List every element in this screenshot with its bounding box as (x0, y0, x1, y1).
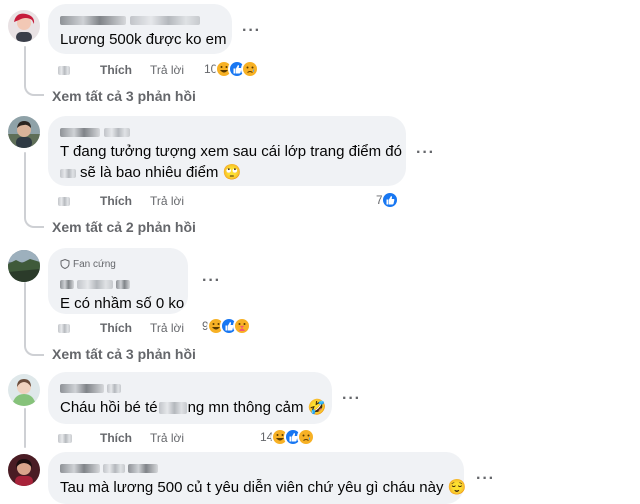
avatar[interactable] (8, 116, 40, 148)
comment-actions: Thích Trả lời (58, 193, 202, 209)
like-link[interactable]: Thích (100, 63, 132, 77)
author-name-redacted[interactable] (60, 276, 176, 290)
reaction-summary[interactable]: 14 (260, 428, 316, 446)
sad-reaction-icon (241, 60, 260, 78)
thread-curve (24, 80, 44, 96)
more-options-icon[interactable]: ··· (242, 23, 261, 39)
more-options-icon[interactable]: ··· (202, 273, 221, 289)
comment-text: Lương 500k được ko em (60, 31, 227, 48)
comment-bubble: Fan cứng E có nhầm số 0 ko (48, 248, 188, 314)
fan-badge-label: Fan cứng (73, 258, 116, 270)
comment-text-line1: T đang tưởng tượng xem sau cái lớp trang… (60, 143, 402, 160)
like-link[interactable]: Thích (100, 321, 132, 335)
redacted-text (60, 168, 76, 178)
comment-text-start: Cháu hồi bé té (60, 399, 158, 416)
reaction-summary[interactable]: 9 (202, 317, 251, 335)
timestamp-redacted[interactable] (58, 194, 86, 208)
comment-bubble: T đang tưởng tượng xem sau cái lớp trang… (48, 116, 406, 186)
comment-text-end: ng mn thông cảm 🤣 (187, 399, 327, 416)
author-name-redacted[interactable] (60, 124, 394, 138)
sad-reaction-icon (297, 428, 316, 446)
comment-bubble: Cháu hồi bé té ng mn thông cảm 🤣 (48, 372, 332, 424)
author-name-redacted[interactable] (60, 12, 220, 26)
avatar[interactable] (8, 374, 40, 406)
reply-link[interactable]: Trả lời (150, 63, 184, 77)
thread-line (24, 408, 26, 448)
avatar[interactable] (8, 10, 40, 42)
redacted-text (158, 402, 187, 415)
care-reaction-icon (232, 317, 251, 335)
comment-actions: Thích Trả lời (58, 320, 202, 336)
avatar[interactable] (8, 250, 40, 282)
view-replies-link[interactable]: Xem tất cả 3 phản hồi (52, 346, 196, 362)
like-reaction-icon (380, 191, 399, 209)
author-name-redacted[interactable] (60, 460, 452, 474)
more-options-icon[interactable]: ··· (342, 391, 361, 407)
view-replies-link[interactable]: Xem tất cả 2 phản hồi (52, 219, 196, 235)
thread-line (24, 282, 26, 344)
comment-bubble: Lương 500k được ko em (48, 4, 232, 54)
like-link[interactable]: Thích (100, 431, 132, 445)
comment-bubble: Tau mà lương 500 củ t yêu diễn viên chứ … (48, 452, 467, 504)
timestamp-redacted[interactable] (58, 63, 86, 77)
timestamp-redacted[interactable] (58, 431, 86, 445)
fan-badge-icon (60, 259, 70, 269)
like-link[interactable]: Thích (100, 194, 132, 208)
timestamp-redacted[interactable] (58, 321, 86, 335)
author-name-redacted[interactable] (60, 380, 320, 394)
reply-link[interactable]: Trả lời (150, 194, 184, 208)
reaction-summary[interactable]: 10 (204, 60, 260, 78)
comment-actions: Thích Trả lời (58, 430, 202, 446)
reply-link[interactable]: Trả lời (150, 321, 184, 335)
view-replies-link[interactable]: Xem tất cả 3 phản hồi (52, 88, 196, 104)
comment-text: Tau mà lương 500 củ t yêu diễn viên chứ … (60, 479, 467, 496)
reply-link[interactable]: Trả lời (150, 431, 184, 445)
comment-actions: Thích Trả lời (58, 62, 202, 78)
fan-badge: Fan cứng (60, 258, 116, 270)
thread-curve (24, 340, 44, 356)
thread-curve (24, 212, 44, 228)
comment-text-line2: sẽ là bao nhiêu điểm 🙄 (80, 164, 242, 181)
reaction-summary[interactable]: 7 (376, 191, 399, 209)
avatar[interactable] (8, 454, 40, 486)
more-options-icon[interactable]: ··· (476, 471, 495, 487)
thread-line (24, 152, 26, 214)
more-options-icon[interactable]: ··· (416, 145, 435, 161)
comment-text: E có nhầm số 0 ko (60, 295, 185, 312)
